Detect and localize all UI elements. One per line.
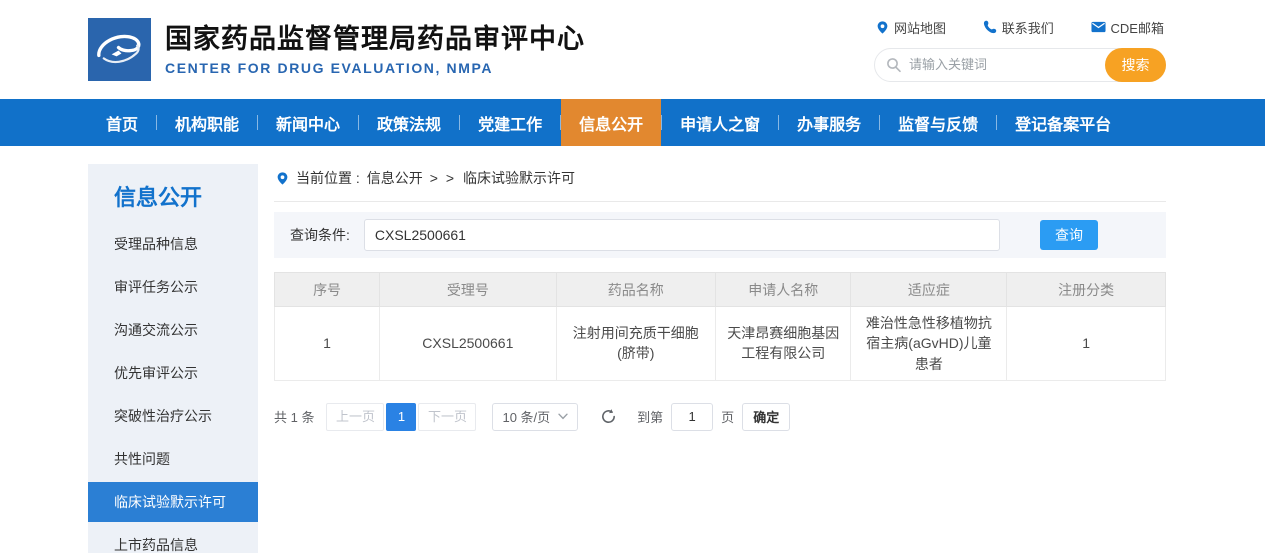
sidebar-item-accepted-varieties[interactable]: 受理品种信息 xyxy=(88,224,258,264)
goto-prefix: 到第 xyxy=(637,407,663,426)
envelope-icon xyxy=(1091,21,1106,33)
cell-applicant: 天津昂赛细胞基因工程有限公司 xyxy=(716,307,851,381)
cell-seq: 1 xyxy=(275,307,380,381)
sidebar-item-clinical-trial-implied-license[interactable]: 临床试验默示许可 xyxy=(88,482,258,522)
nav-item-supervision[interactable]: 监督与反馈 xyxy=(880,99,996,146)
pagination-total: 共 1 条 xyxy=(274,407,314,426)
nav-item-registration-platform[interactable]: 登记备案平台 xyxy=(997,99,1129,146)
page-size-value: 10 条/页 xyxy=(502,407,550,426)
sidebar-item-marketed-drugs[interactable]: 上市药品信息 xyxy=(88,525,258,554)
main-nav: 首页 机构职能 新闻中心 政策法规 党建工作 信息公开 申请人之窗 办事服务 监… xyxy=(0,99,1265,146)
table-header-row: 序号 受理号 药品名称 申请人名称 适应症 注册分类 xyxy=(275,273,1166,307)
contact-label: 联系我们 xyxy=(1002,18,1054,37)
site-subtitle: CENTER FOR DRUG EVALUATION, NMPA xyxy=(165,60,585,76)
search-button[interactable]: 搜索 xyxy=(1105,48,1166,82)
brand: 国家药品监督管理局药品审评中心 CENTER FOR DRUG EVALUATI… xyxy=(88,18,585,81)
location-pin-icon xyxy=(276,171,289,186)
sidebar-item-common-issues[interactable]: 共性问题 xyxy=(88,439,258,479)
breadcrumb-separator: > > xyxy=(430,170,456,186)
sidebar: 信息公开 受理品种信息 审评任务公示 沟通交流公示 优先审评公示 突破性治疗公示… xyxy=(88,164,258,553)
sitemap-link[interactable]: 网站地图 xyxy=(876,18,946,37)
cell-acceptance-no: CXSL2500661 xyxy=(380,307,556,381)
page-size-select[interactable]: 10 条/页 xyxy=(492,403,578,431)
goto-suffix: 页 xyxy=(721,407,734,426)
cell-registration-class: 1 xyxy=(1007,307,1166,381)
nav-item-policies[interactable]: 政策法规 xyxy=(359,99,459,146)
query-label: 查询条件: xyxy=(290,225,350,245)
sidebar-title: 信息公开 xyxy=(88,164,258,224)
next-page-button[interactable]: 下一页 xyxy=(418,403,476,431)
mailbox-link[interactable]: CDE邮箱 xyxy=(1091,18,1164,37)
sidebar-item-communication[interactable]: 沟通交流公示 xyxy=(88,310,258,350)
prev-page-button[interactable]: 上一页 xyxy=(326,403,384,431)
content-area: 信息公开 受理品种信息 审评任务公示 沟通交流公示 优先审评公示 突破性治疗公示… xyxy=(0,146,1265,553)
cell-drug-name: 注射用间充质干细胞(脐带) xyxy=(556,307,715,381)
header-right: 网站地图 联系我们 CDE邮箱 搜索 xyxy=(874,18,1166,82)
contact-link[interactable]: 联系我们 xyxy=(983,18,1054,37)
col-header-drug-name: 药品名称 xyxy=(556,273,715,307)
phone-icon xyxy=(983,20,997,34)
pagination: 共 1 条 上一页 1 下一页 10 条/页 到第 页 确定 xyxy=(274,403,1166,431)
goto-confirm-button[interactable]: 确定 xyxy=(742,403,790,431)
location-pin-icon xyxy=(876,20,889,35)
main-panel: 当前位置 : 信息公开 > > 临床试验默示许可 查询条件: 查询 序号 受理号… xyxy=(274,164,1166,553)
query-condition-input[interactable] xyxy=(364,219,1000,251)
cde-logo xyxy=(88,18,151,81)
table-row: 1 CXSL2500661 注射用间充质干细胞(脐带) 天津昂赛细胞基因工程有限… xyxy=(275,307,1166,381)
query-bar: 查询条件: 查询 xyxy=(274,212,1166,258)
col-header-acceptance-no: 受理号 xyxy=(380,273,556,307)
current-page-button[interactable]: 1 xyxy=(386,403,416,431)
sidebar-item-priority-review[interactable]: 优先审评公示 xyxy=(88,353,258,393)
breadcrumb: 当前位置 : 信息公开 > > 临床试验默示许可 xyxy=(274,164,1166,202)
site-title: 国家药品监督管理局药品审评中心 xyxy=(165,23,585,55)
nav-item-applicant-window[interactable]: 申请人之窗 xyxy=(662,99,778,146)
nav-item-home[interactable]: 首页 xyxy=(88,99,156,146)
col-header-seq: 序号 xyxy=(275,273,380,307)
col-header-applicant: 申请人名称 xyxy=(716,273,851,307)
nav-item-party[interactable]: 党建工作 xyxy=(460,99,560,146)
goto-page-group: 到第 页 确定 xyxy=(637,403,790,431)
quick-links: 网站地图 联系我们 CDE邮箱 xyxy=(874,18,1166,37)
cell-indication: 难治性急性移植物抗宿主病(aGvHD)儿童患者 xyxy=(851,307,1007,381)
sitemap-label: 网站地图 xyxy=(894,18,946,37)
query-button[interactable]: 查询 xyxy=(1040,220,1098,250)
mailbox-label: CDE邮箱 xyxy=(1111,18,1164,37)
breadcrumb-section[interactable]: 信息公开 xyxy=(367,168,423,188)
col-header-registration-class: 注册分类 xyxy=(1007,273,1166,307)
search-icon xyxy=(886,57,902,73)
results-table: 序号 受理号 药品名称 申请人名称 适应症 注册分类 1 CXSL2500661… xyxy=(274,272,1166,381)
col-header-indication: 适应症 xyxy=(851,273,1007,307)
nav-item-news[interactable]: 新闻中心 xyxy=(258,99,358,146)
nav-item-info-disclosure[interactable]: 信息公开 xyxy=(561,99,661,146)
refresh-icon xyxy=(600,408,617,425)
header-search: 搜索 xyxy=(874,48,1166,82)
sidebar-item-breakthrough-therapy[interactable]: 突破性治疗公示 xyxy=(88,396,258,436)
nav-item-functions[interactable]: 机构职能 xyxy=(157,99,257,146)
breadcrumb-current: 临床试验默示许可 xyxy=(463,168,575,188)
brand-text: 国家药品监督管理局药品审评中心 CENTER FOR DRUG EVALUATI… xyxy=(165,23,585,75)
site-header: 国家药品监督管理局药品审评中心 CENTER FOR DRUG EVALUATI… xyxy=(0,0,1265,99)
sidebar-item-review-tasks[interactable]: 审评任务公示 xyxy=(88,267,258,307)
chevron-down-icon xyxy=(558,413,568,420)
breadcrumb-prefix: 当前位置 : xyxy=(296,168,360,188)
goto-page-input[interactable] xyxy=(671,403,713,431)
nav-item-services[interactable]: 办事服务 xyxy=(779,99,879,146)
refresh-button[interactable] xyxy=(600,408,617,425)
